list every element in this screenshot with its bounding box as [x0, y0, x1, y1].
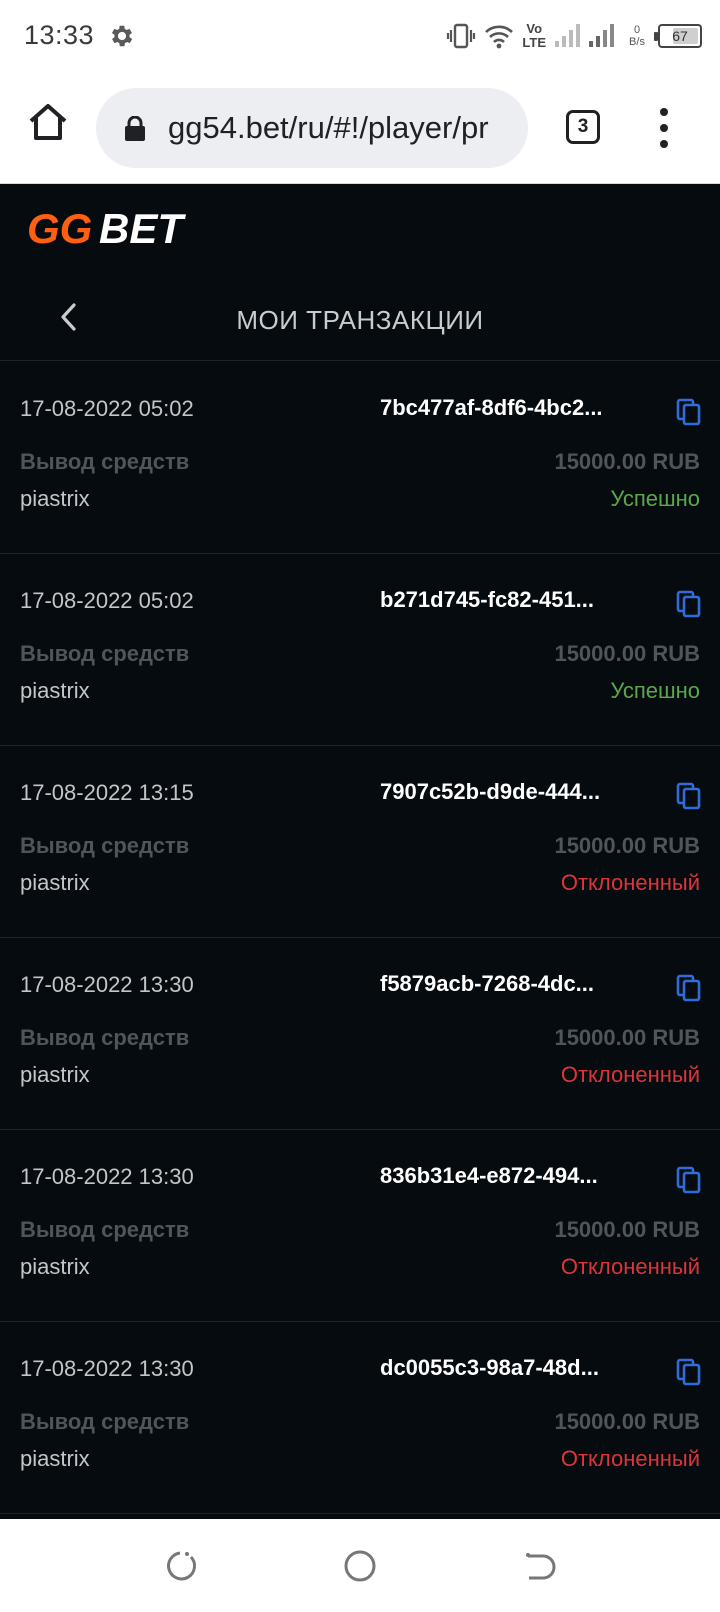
- settings-gear-icon: [111, 25, 133, 47]
- more-vert-icon[interactable]: [656, 108, 672, 148]
- transaction-date: 17-08-2022 13:30: [20, 1356, 194, 1381]
- transaction-type: Вывод средств: [20, 833, 190, 858]
- transaction-type: Вывод средств: [20, 641, 190, 666]
- copy-icon[interactable]: [676, 782, 702, 810]
- payment-method: piastrix: [20, 1446, 90, 1471]
- signal-icon: [555, 24, 580, 47]
- lock-icon: [125, 116, 145, 141]
- address-bar[interactable]: gg54.bet/ru/#!/player/pr: [96, 88, 528, 168]
- payment-method: piastrix: [20, 870, 90, 895]
- home-icon[interactable]: [26, 100, 70, 144]
- payment-method: piastrix: [20, 1254, 90, 1279]
- transaction-amount: 15000.00 RUB: [554, 641, 700, 666]
- transaction-id: dc0055c3-98a7-48d...: [380, 1355, 599, 1380]
- back-icon[interactable]: [523, 1549, 557, 1583]
- transaction-id: 7bc477af-8df6-4bc2...: [380, 395, 603, 420]
- vibrate-icon: [447, 23, 476, 49]
- transaction-row[interactable]: 17-08-2022 13:30 f5879acb-7268-4dc... Выво…: [0, 938, 720, 1130]
- tab-count: 3: [577, 116, 589, 137]
- browser-toolbar: gg54.bet/ru/#!/player/pr 3: [0, 72, 720, 184]
- transaction-date: 17-08-2022 13:30: [20, 1164, 194, 1189]
- recent-apps-icon[interactable]: [163, 1549, 197, 1583]
- url-text: gg54.bet/ru/#!/player/pr: [168, 110, 489, 145]
- transaction-id: 836b31e4-e872-494...: [380, 1163, 598, 1188]
- clock: 13:33: [24, 20, 95, 50]
- tabs-icon[interactable]: 3: [566, 110, 600, 144]
- transaction-row[interactable]: 17-08-2022 05:02 7bc477af-8df6-4bc2... Выв…: [0, 362, 720, 554]
- transaction-date: 17-08-2022 13:30: [20, 972, 194, 997]
- status-icons: Vo LTE 0 B/s 67: [446, 16, 702, 56]
- transactions-list: 17-08-2022 05:02 7bc477af-8df6-4bc2... Выв…: [0, 362, 720, 1514]
- status-badge: Отклоненный: [560, 1446, 700, 1471]
- transaction-amount: 15000.00 RUB: [554, 449, 700, 474]
- wifi-icon: [485, 25, 514, 49]
- copy-icon[interactable]: [676, 1358, 702, 1386]
- network-speed: 0 B/s: [629, 24, 645, 48]
- battery-icon: 67: [654, 24, 702, 48]
- transaction-amount: 15000.00 RUB: [554, 1025, 700, 1050]
- transaction-row[interactable]: 17-08-2022 13:30 836b31e4-e872-494... Выво…: [0, 1130, 720, 1322]
- copy-icon[interactable]: [676, 398, 702, 426]
- copy-icon[interactable]: [676, 1166, 702, 1194]
- status-badge: Успешно: [610, 678, 700, 703]
- transaction-row[interactable]: 17-08-2022 13:30 dc0055c3-98a7-48d... Выво…: [0, 1322, 720, 1514]
- network-type: Vo LTE: [522, 21, 546, 50]
- status-badge: Отклоненный: [560, 870, 700, 895]
- home-circle-icon[interactable]: [343, 1549, 377, 1583]
- transaction-id: b271d745-fc82-451...: [380, 587, 595, 612]
- page-header: МОИ ТРАНЗАКЦИИ: [0, 275, 720, 361]
- app-content: GG BET МОИ ТРАНЗАКЦИИ 17-08-2022 05:02 7b…: [0, 185, 720, 1519]
- transaction-date: 17-08-2022 05:02: [20, 396, 194, 421]
- system-nav-bar: [0, 1519, 720, 1612]
- transaction-type: Вывод средств: [20, 1025, 190, 1050]
- transaction-date: 17-08-2022 05:02: [20, 588, 194, 613]
- transaction-type: Вывод средств: [20, 1409, 190, 1434]
- payment-method: piastrix: [20, 1062, 90, 1087]
- transaction-amount: 15000.00 RUB: [554, 833, 700, 858]
- logo-left-text: GG: [27, 205, 92, 251]
- copy-icon[interactable]: [676, 974, 702, 1002]
- status-bar: 13:33 Vo LTE 0 B/s 67: [0, 0, 720, 72]
- transaction-row[interactable]: 17-08-2022 13:15 7907c52b-d9de-444... Выво…: [0, 746, 720, 938]
- ggbet-logo[interactable]: GG BET: [27, 203, 192, 251]
- transaction-id: f5879acb-7268-4dc...: [380, 971, 595, 996]
- transaction-row[interactable]: 17-08-2022 05:02 b271d745-fc82-451... Выво…: [0, 554, 720, 746]
- status-badge: Отклоненный: [560, 1254, 700, 1279]
- transaction-type: Вывод средств: [20, 449, 190, 474]
- status-badge: Успешно: [610, 486, 700, 511]
- transaction-type: Вывод средств: [20, 1217, 190, 1242]
- logo-right-text: BET: [99, 205, 186, 251]
- page-title: МОИ ТРАНЗАКЦИИ: [236, 305, 484, 335]
- transaction-amount: 15000.00 RUB: [554, 1217, 700, 1242]
- status-badge: Отклоненный: [560, 1062, 700, 1087]
- signal-icon: [589, 24, 614, 47]
- payment-method: piastrix: [20, 678, 90, 703]
- payment-method: piastrix: [20, 486, 90, 511]
- transaction-date: 17-08-2022 13:15: [20, 780, 194, 805]
- copy-icon[interactable]: [676, 590, 702, 618]
- transaction-amount: 15000.00 RUB: [554, 1409, 700, 1434]
- transaction-id: 7907c52b-d9de-444...: [380, 779, 601, 804]
